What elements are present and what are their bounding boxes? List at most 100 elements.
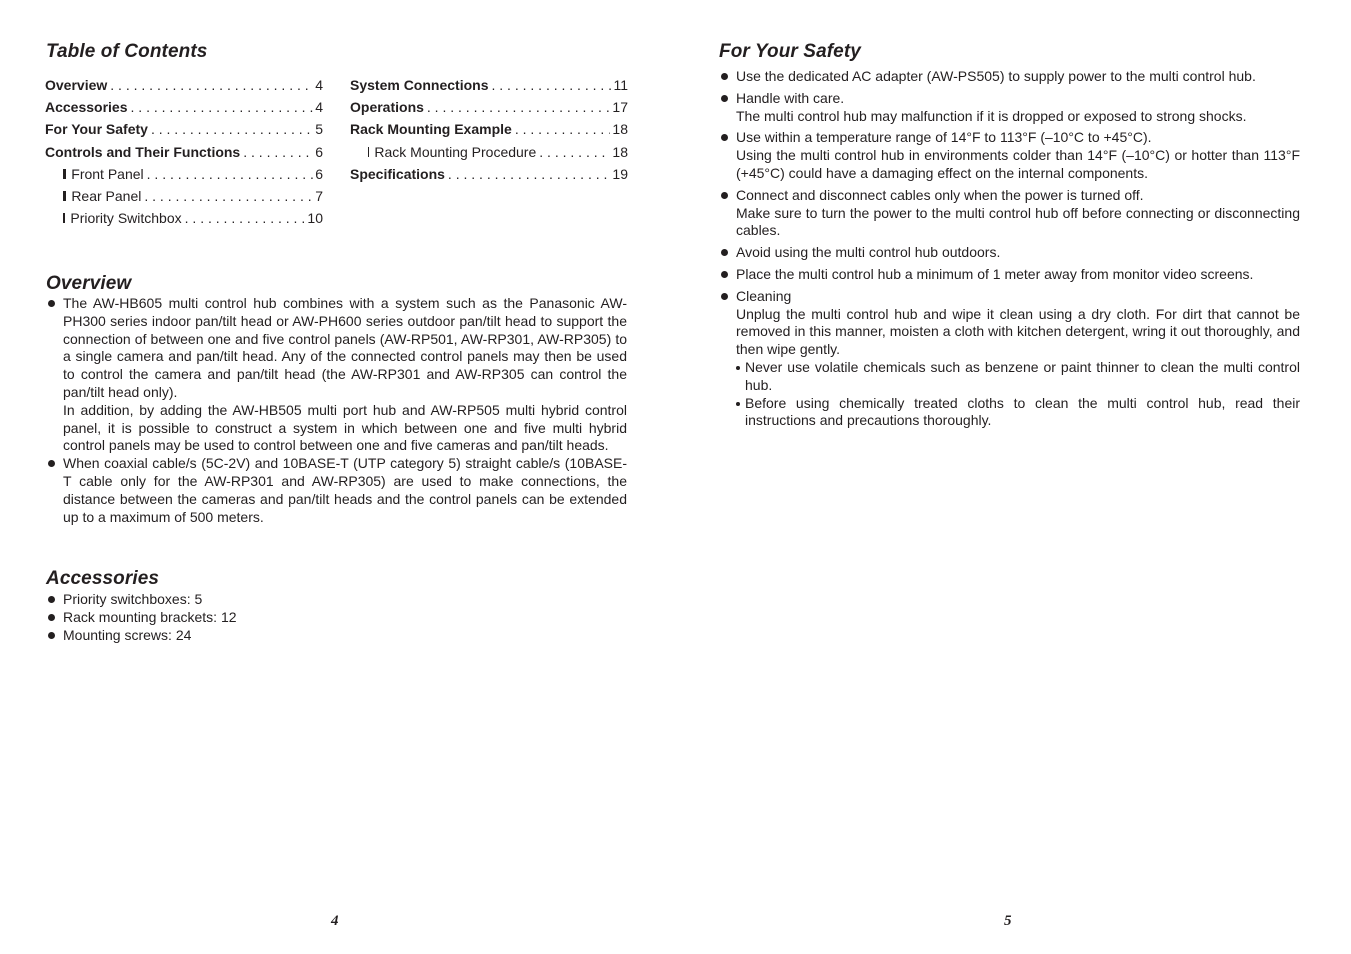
accessory-item: Mounting screws: 24 [45, 627, 345, 645]
square-bullet-icon [63, 168, 67, 179]
page-number: 4 [331, 913, 339, 929]
safety-heading: Use the dedicated AC adapter (AW-PS505) … [736, 68, 1256, 84]
page-number: 5 [1004, 913, 1012, 929]
toc-entry-label: System Connections [350, 77, 489, 93]
toc-leader [515, 121, 611, 137]
toc-leader [448, 166, 611, 182]
toc-subentry[interactable]: Rack Mounting Procedure 18 [350, 144, 628, 166]
toc-entry-page: 18 [612, 143, 628, 160]
toc-entry-label: Overview [45, 77, 108, 93]
toc-entry-page: 4 [315, 77, 323, 93]
toc-entry-label: Priority Switchbox [70, 210, 182, 227]
toc-entry-label: Controls and Their Functions [45, 143, 241, 160]
toc-entry-page: 17 [612, 99, 628, 116]
overview-item: The AW-HB605 multi control hub combines … [45, 295, 627, 455]
toc-subentry[interactable]: Priority Switchbox 10 [45, 210, 323, 232]
toc-subentry[interactable]: Front Panel 6 [45, 166, 323, 188]
safety-heading: Place the multi control hub a minimum of… [736, 265, 1254, 282]
toc-entry-page: 18 [612, 121, 628, 138]
toc-leader [427, 99, 611, 115]
overview-list: The AW-HB605 multi control hub combines … [45, 295, 627, 526]
toc-entry[interactable]: Controls and Their Functions 6 [45, 144, 323, 166]
accessories-list: Priority switchboxes: 5 Rack mounting br… [45, 591, 345, 644]
safety-heading: Use within a temperature range of 14°F t… [736, 129, 1152, 146]
safety-item: Cleaning Unplug the multi control hub an… [718, 288, 1300, 430]
overview-paragraph: In addition, by adding the AW-HB505 mult… [63, 401, 627, 454]
toc-entry-label: Rear Panel [71, 187, 142, 204]
overview-paragraph: The AW-HB605 multi control hub combines … [63, 295, 627, 400]
safety-body: Unplug the multi control hub and wipe it… [736, 305, 1300, 358]
safety-body: Make sure to turn the power to the multi… [736, 204, 1300, 239]
safety-heading: Handle with care. [736, 89, 845, 106]
bullet-icon [721, 94, 728, 102]
accessories-title: Accessories [46, 568, 160, 589]
bullet-icon [721, 191, 728, 199]
toc-column-1: Overview 4 Accessories 4 For Your Safety… [45, 77, 323, 232]
bullet-icon [48, 300, 55, 307]
cleaning-subitem: Before using chemically treated cloths t… [736, 395, 1300, 431]
toc-entry-label: Rack Mounting Procedure [374, 143, 537, 160]
toc-entry[interactable]: System Connections 11 [350, 77, 628, 99]
toc-leader [491, 77, 611, 93]
bullet-icon [721, 270, 728, 278]
toc-title: Table of Contents [46, 41, 208, 62]
bullet-icon [721, 73, 728, 80]
toc-entry[interactable]: Overview 4 [45, 77, 323, 99]
safety-body: Using the multi control hub in environme… [736, 147, 1300, 181]
toc-entry-page: 10 [307, 210, 323, 227]
toc-leader [185, 210, 306, 226]
safety-item: Use the dedicated AC adapter (AW-PS505) … [718, 68, 1300, 86]
safety-list: Use the dedicated AC adapter (AW-PS505) … [718, 68, 1300, 430]
toc-entry[interactable]: Rack Mounting Example 18 [350, 121, 628, 143]
toc-entry[interactable]: For Your Safety 5 [45, 121, 323, 143]
accessory-text: Rack mounting brackets: 12 [63, 608, 237, 625]
toc-entry-page: 11 [613, 77, 628, 93]
small-bullet-icon [736, 401, 740, 406]
toc-leader [539, 144, 610, 160]
bullet-icon [721, 134, 728, 142]
toc-entry-page: 4 [315, 99, 323, 116]
safety-heading: Connect and disconnect cables only when … [736, 186, 1144, 203]
overview-paragraph: When coaxial cable/s (5C-2V) and 10BASE-… [63, 455, 627, 525]
square-bullet-icon [368, 146, 370, 157]
toc-entry-page: 7 [315, 187, 323, 204]
toc-entry[interactable]: Operations 17 [350, 99, 628, 121]
toc-leader [151, 121, 313, 137]
safety-item: Connect and disconnect cables only when … [718, 187, 1300, 240]
bullet-icon [48, 596, 55, 603]
toc-entry-page: 5 [315, 121, 323, 138]
safety-body: The multi control hub may malfunction if… [736, 107, 1247, 124]
square-bullet-icon [63, 213, 66, 224]
toc-entry-page: 6 [315, 143, 323, 160]
left-page: Table of Contents Overview 4 Accessories… [0, 0, 675, 954]
accessory-item: Rack mounting brackets: 12 [45, 609, 345, 627]
bullet-icon [48, 460, 55, 468]
safety-heading: Avoid using the multi control hub outdoo… [736, 244, 1001, 261]
toc-entry-page: 6 [315, 165, 323, 182]
toc-leader [131, 99, 314, 115]
safety-item: Place the multi control hub a minimum of… [718, 266, 1300, 284]
overview-title: Overview [46, 273, 132, 294]
bullet-icon [48, 631, 55, 639]
cleaning-subitem-text: Before using chemically treated cloths t… [745, 394, 1300, 429]
toc-leader [110, 77, 313, 93]
bullet-icon [721, 292, 728, 300]
overview-item: When coaxial cable/s (5C-2V) and 10BASE-… [45, 455, 627, 526]
right-page: For Your Safety Use the dedicated AC ada… [676, 0, 1351, 954]
cleaning-subitem-text: Never use volatile chemicals such as ben… [745, 358, 1300, 393]
square-bullet-icon [63, 190, 67, 201]
toc-leader [243, 144, 313, 160]
safety-title: For Your Safety [719, 41, 861, 62]
cleaning-subitem: Never use volatile chemicals such as ben… [736, 359, 1300, 395]
toc-entry[interactable]: Specifications 19 [350, 166, 628, 188]
toc-leader [144, 188, 313, 204]
bullet-icon [721, 249, 728, 257]
toc-subentry[interactable]: Rear Panel 7 [45, 188, 323, 210]
safety-item: Handle with care. The multi control hub … [718, 90, 1300, 126]
toc-entry-label: Operations [350, 99, 424, 116]
accessory-text: Mounting screws: 24 [63, 626, 192, 643]
cleaning-sublist: Never use volatile chemicals such as ben… [736, 359, 1300, 430]
bullet-icon [48, 613, 55, 621]
toc-entry[interactable]: Accessories 4 [45, 99, 323, 121]
toc-entry-label: For Your Safety [45, 121, 148, 138]
